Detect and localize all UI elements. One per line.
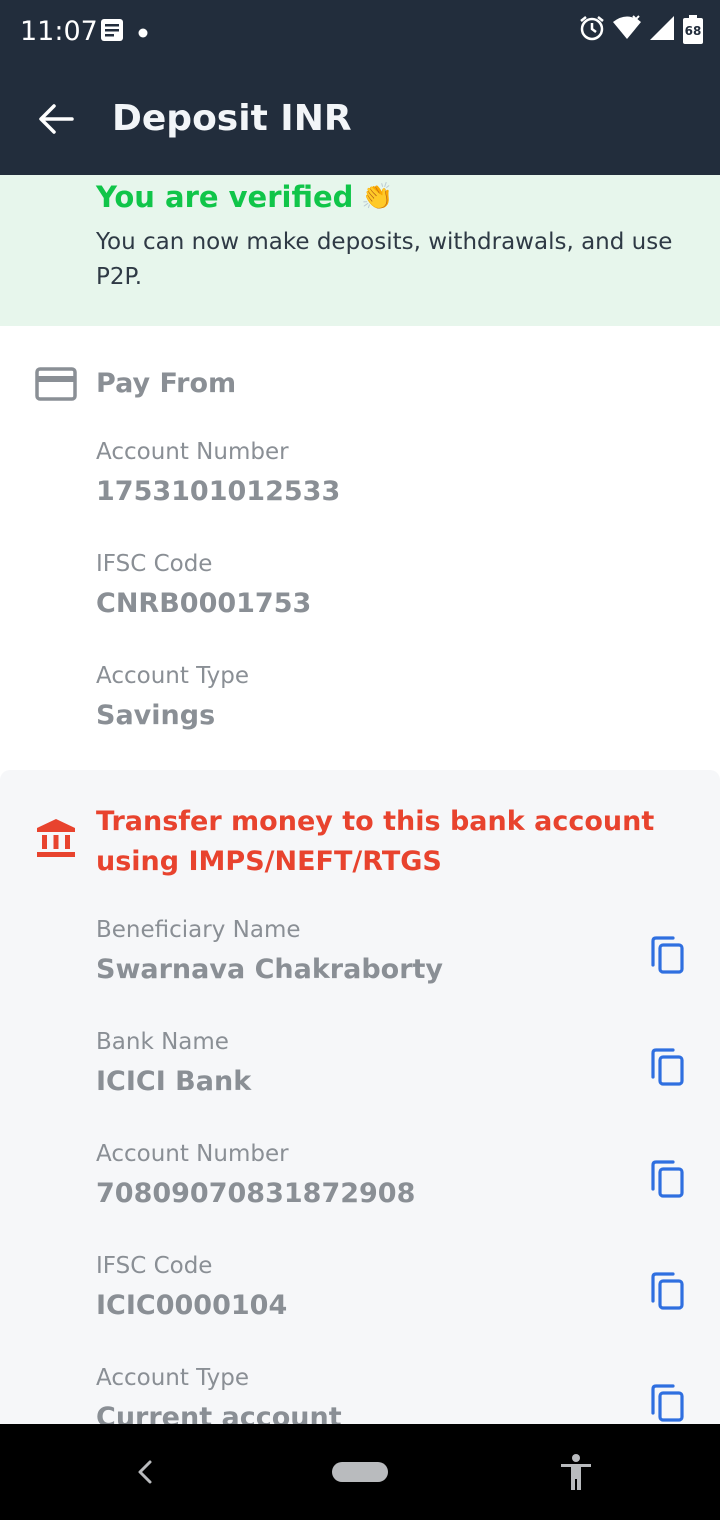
app-bar: Deposit INR: [0, 63, 720, 175]
dot-icon: [138, 23, 148, 42]
bank-icon: [34, 816, 78, 860]
alarm-icon: [578, 14, 606, 46]
battery-level: 68: [684, 24, 702, 38]
verified-banner: You are verified 👏 You can now make depo…: [0, 175, 720, 326]
field-label: IFSC Code: [96, 1253, 213, 1279]
status-bar: 11:07 68: [0, 0, 720, 63]
verified-title: You are verified: [96, 180, 354, 214]
copy-icon: [651, 936, 684, 974]
field-value: ICIC0000104: [96, 1290, 288, 1321]
nav-back-icon[interactable]: [128, 1454, 164, 1490]
arrow-left-icon: [39, 104, 74, 134]
field-value: CNRB0001753: [96, 588, 312, 619]
field-value: 1753101012533: [96, 476, 341, 507]
field-label: Account Number: [96, 1141, 289, 1167]
copy-beneficiary-name-button[interactable]: [644, 932, 690, 978]
copy-ifsc-code-button[interactable]: [644, 1268, 690, 1314]
battery-icon: 68: [682, 15, 704, 45]
field-value: Savings: [96, 700, 216, 731]
beneficiary-account-type-field: Account Type Current account: [96, 1362, 616, 1424]
beneficiary-ifsc-code-field: IFSC Code ICIC0000104: [96, 1250, 616, 1324]
field-label: IFSC Code: [96, 551, 213, 577]
credit-card-icon: [34, 362, 78, 406]
pay-from-section: Pay From Account Number 1753101012533 IF…: [0, 326, 720, 770]
pay-from-title: Pay From: [96, 368, 237, 399]
system-nav-bar: [0, 1424, 720, 1520]
beneficiary-name-field: Beneficiary Name Swarnava Chakraborty: [96, 914, 616, 988]
wifi-icon: [612, 15, 642, 45]
nav-home-pill[interactable]: [332, 1462, 388, 1482]
clapping-hands-icon: 👏: [361, 182, 394, 212]
field-label: Account Type: [96, 663, 250, 689]
pay-from-ifsc-code: IFSC Code CNRB0001753: [96, 548, 616, 622]
copy-bank-name-button[interactable]: [644, 1044, 690, 1090]
field-label: Beneficiary Name: [96, 917, 301, 943]
field-value: 70809070831872908: [96, 1178, 416, 1209]
page-title: Deposit INR: [112, 98, 352, 139]
transfer-title: Transfer money to this bank account usin…: [96, 806, 655, 877]
beneficiary-account-number-field: Account Number 70809070831872908: [96, 1138, 616, 1212]
field-value: ICICI Bank: [96, 1066, 252, 1097]
copy-icon: [651, 1384, 684, 1422]
copy-icon: [651, 1272, 684, 1310]
pay-from-account-number: Account Number 1753101012533: [96, 436, 616, 510]
copy-icon: [651, 1048, 684, 1086]
status-right-icons: 68: [578, 14, 704, 46]
copy-icon: [651, 1160, 684, 1198]
accessibility-icon[interactable]: [556, 1452, 596, 1492]
field-label: Account Number: [96, 439, 289, 465]
field-label: Account Type: [96, 1365, 250, 1391]
notification-icon: [100, 18, 124, 46]
field-value: Current account: [96, 1402, 342, 1424]
back-button[interactable]: [20, 83, 92, 155]
transfer-section: Transfer money to this bank account usin…: [0, 770, 720, 1424]
verified-message: You can now make deposits, withdrawals, …: [96, 229, 673, 290]
field-value: Swarnava Chakraborty: [96, 954, 444, 985]
copy-account-type-button[interactable]: [644, 1380, 690, 1424]
signal-icon: [648, 14, 676, 46]
status-left-icons: [100, 18, 148, 46]
bank-name-field: Bank Name ICICI Bank: [96, 1026, 616, 1100]
copy-account-number-button[interactable]: [644, 1156, 690, 1202]
verified-title-row: You are verified 👏: [96, 177, 394, 217]
field-label: Bank Name: [96, 1029, 229, 1055]
status-time: 11:07: [20, 16, 98, 47]
pay-from-account-type: Account Type Savings: [96, 660, 616, 734]
